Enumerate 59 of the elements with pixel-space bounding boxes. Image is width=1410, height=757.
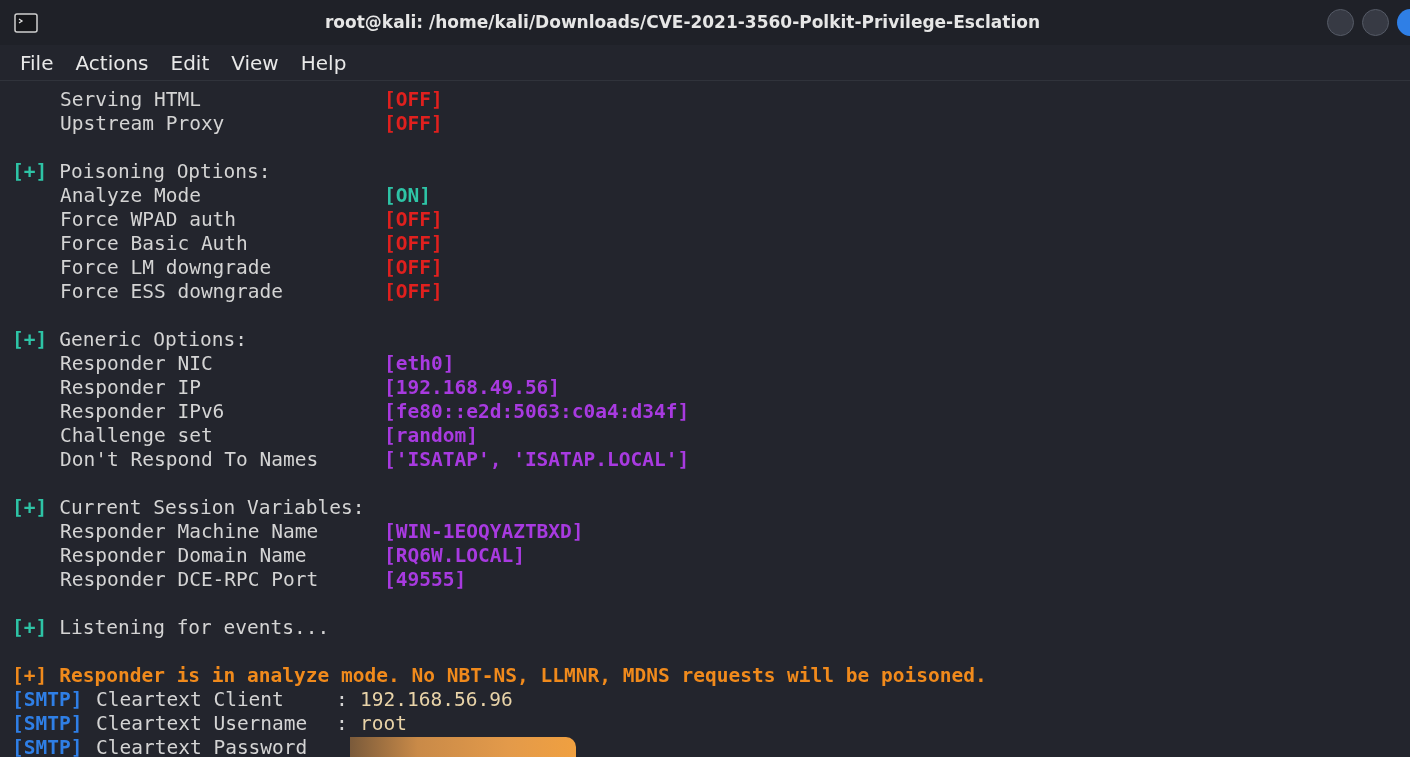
section-heading: Poisoning Options: — [59, 160, 271, 184]
terminal-icon — [14, 12, 38, 33]
protocol-tag: [SMTP] — [12, 712, 96, 736]
separator: : — [336, 712, 349, 736]
option-value: [random] — [384, 424, 478, 448]
status-marker: [+] — [12, 616, 48, 640]
option-label: Responder IPv6 — [60, 400, 226, 424]
menu-item[interactable]: View — [231, 47, 279, 78]
log-value: root — [360, 712, 407, 736]
status-marker: [+] — [12, 160, 48, 184]
option-value: [OFF] — [384, 88, 443, 112]
option-label: Force WPAD auth — [60, 208, 238, 232]
option-value: [49555] — [384, 568, 467, 592]
maximize-button[interactable] — [1362, 9, 1389, 36]
section-heading: Current Session Variables: — [59, 496, 365, 520]
option-label: Responder IP — [60, 376, 202, 400]
menu-item[interactable]: Help — [300, 47, 347, 78]
option-label: Responder NIC — [60, 352, 214, 376]
minimize-button[interactable] — [1327, 9, 1354, 36]
option-value: [OFF] — [384, 208, 443, 232]
option-label: Upstream Proxy — [60, 112, 226, 136]
option-label: Force LM downgrade — [60, 256, 273, 280]
option-value: [RQ6W.LOCAL] — [384, 544, 525, 568]
status-marker: [+] — [12, 328, 48, 352]
option-value: [OFF] — [384, 112, 443, 136]
log-value: 192.168.56.96 — [360, 688, 513, 712]
status-marker: [+] — [12, 496, 48, 520]
protocol-tag: [SMTP] — [12, 736, 96, 757]
option-value: [OFF] — [384, 232, 443, 256]
option-label: Analyze Mode — [60, 184, 202, 208]
section-heading: Generic Options: — [59, 328, 248, 352]
window-title: root@kali: /home/kali/Downloads/CVE-2021-3560-Polkit-Privilege-Esclation — [324, 10, 1041, 34]
protocol-tag: [SMTP] — [12, 688, 96, 712]
option-label: Force ESS downgrade — [60, 280, 285, 304]
option-value: [OFF] — [384, 280, 443, 304]
option-label: Serving HTML — [60, 88, 202, 112]
section-heading: Listening for events... — [59, 616, 330, 640]
option-label: Force Basic Auth — [60, 232, 249, 256]
option-value: ['ISATAP', 'ISATAP.LOCAL'] — [384, 448, 690, 472]
menu-item[interactable]: File — [20, 47, 54, 78]
option-value: [192.168.49.56] — [384, 376, 561, 400]
option-value: [ON] — [384, 184, 431, 208]
log-label: Cleartext Client — [96, 688, 285, 712]
option-label: Don't Respond To Names — [60, 448, 320, 472]
status-marker: [+] — [12, 664, 48, 688]
menu-item[interactable]: Actions — [75, 47, 149, 78]
option-label: Responder DCE-RPC Port — [60, 568, 320, 592]
option-label: Challenge set — [60, 424, 214, 448]
option-value: [eth0] — [384, 352, 455, 376]
option-value: [OFF] — [384, 256, 443, 280]
warning-message: Responder is in analyze mode. No NBT-NS, LLMNR, MDNS requests will be poisoned. — [59, 664, 987, 688]
log-label: Cleartext Username — [96, 712, 309, 736]
separator: : — [336, 688, 349, 712]
option-label: Responder Domain Name — [60, 544, 308, 568]
menu-item[interactable]: Edit — [170, 47, 210, 78]
option-value: [WIN-1EOQYAZTBXD] — [384, 520, 584, 544]
option-value: [fe80::e2d:5063:c0a4:d34f] — [384, 400, 690, 424]
log-label: Cleartext Password — [96, 736, 309, 757]
option-label: Responder Machine Name — [60, 520, 320, 544]
